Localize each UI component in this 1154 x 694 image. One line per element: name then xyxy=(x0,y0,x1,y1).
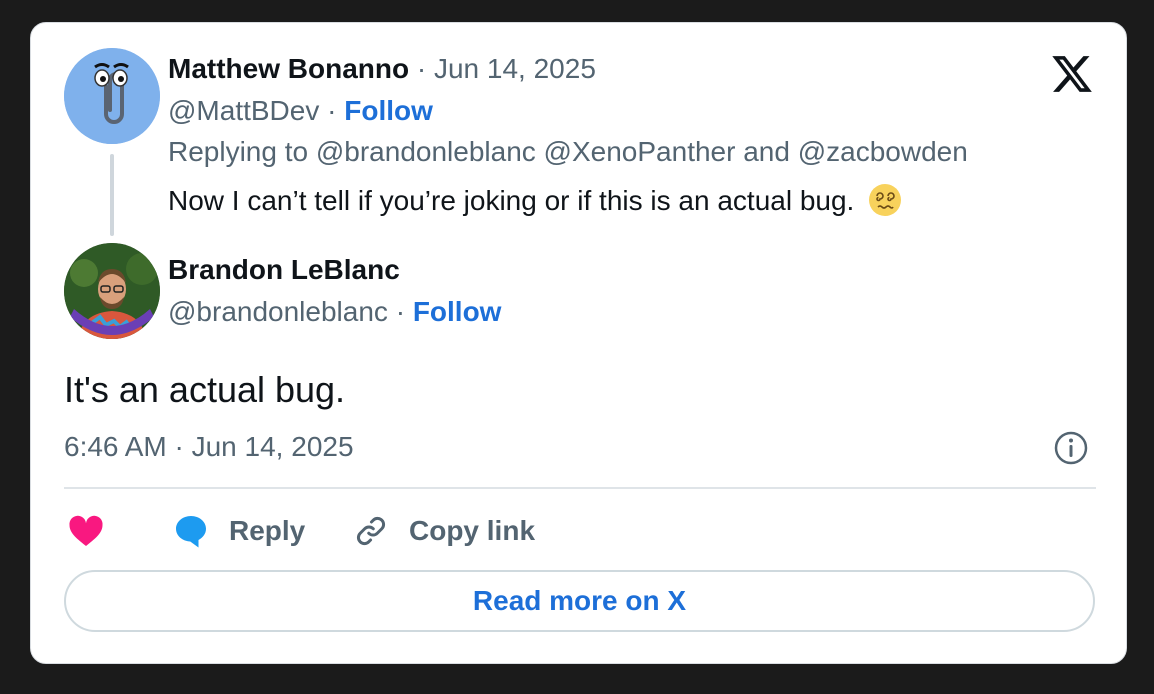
post-text: Now I can’t tell if you’re joking or if … xyxy=(168,185,855,216)
author-name[interactable]: Brandon LeBlanc xyxy=(168,254,400,285)
separator: · xyxy=(327,95,337,126)
heart-icon xyxy=(69,515,103,546)
paperclip-clippy-icon xyxy=(64,48,160,144)
post1-header: Matthew Bonanno · Jun 14, 2025 xyxy=(168,52,596,86)
avatar-brandon[interactable] xyxy=(64,243,160,339)
post1-handle-row: @MattBDev · Follow xyxy=(168,94,433,128)
post2-header: Brandon LeBlanc xyxy=(168,253,400,287)
post2-handle-row: @brandonleblanc · Follow xyxy=(168,295,501,329)
follow-button[interactable]: Follow xyxy=(413,296,502,327)
copy-link-label: Copy link xyxy=(409,515,536,546)
separator: · xyxy=(416,53,427,84)
divider xyxy=(64,487,1096,489)
post1-text-row: Now I can’t tell if you’re joking or if … xyxy=(168,183,902,218)
dizzy-face-icon xyxy=(869,184,902,216)
read-more-button[interactable]: Read more on X xyxy=(64,570,1095,632)
author-name[interactable]: Matthew Bonanno xyxy=(168,53,409,84)
reply-bubble-icon xyxy=(176,516,206,548)
post-date[interactable]: Jun 14, 2025 xyxy=(434,53,596,84)
replying-to[interactable]: Replying to @brandonleblanc @XenoPanther… xyxy=(168,135,968,169)
post-timestamp[interactable]: 6:46 AM · Jun 14, 2025 xyxy=(64,430,354,464)
copy-link-button[interactable]: Copy link xyxy=(353,509,535,553)
avatar-matthew[interactable] xyxy=(64,48,160,144)
embedded-post-card: Matthew Bonanno · Jun 14, 2025 @MattBDev… xyxy=(30,22,1127,664)
author-handle[interactable]: @MattBDev xyxy=(168,95,319,126)
thread-connector xyxy=(110,154,114,236)
like-button[interactable] xyxy=(68,509,104,553)
follow-button[interactable]: Follow xyxy=(344,95,433,126)
author-handle[interactable]: @brandonleblanc xyxy=(168,296,388,327)
reply-label: Reply xyxy=(229,515,306,546)
reply-button[interactable]: Reply xyxy=(173,509,305,553)
separator: · xyxy=(395,296,406,327)
link-icon xyxy=(357,517,385,545)
x-logo-icon[interactable] xyxy=(1050,52,1094,96)
profile-photo-icon xyxy=(64,243,160,339)
main-post-text: It's an actual bug. xyxy=(64,369,346,410)
info-icon[interactable] xyxy=(1053,430,1089,466)
